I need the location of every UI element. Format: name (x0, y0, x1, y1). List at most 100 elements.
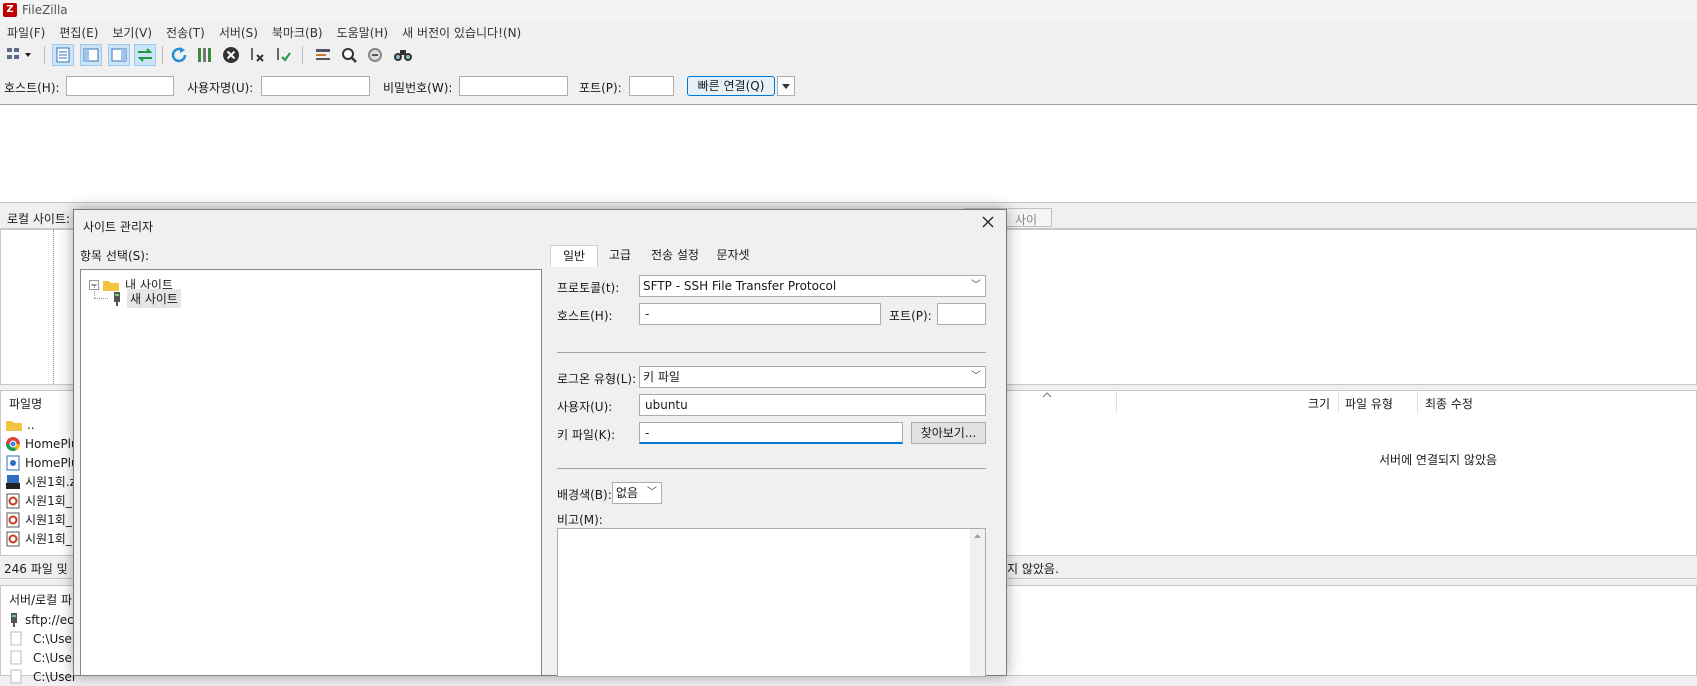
cancel-operation-button[interactable] (220, 44, 242, 66)
queue-item[interactable]: C:\User (9, 667, 77, 686)
comment-textarea[interactable] (557, 528, 986, 677)
column-divider (1417, 391, 1418, 413)
bgcolor-label: 배경색(B): (557, 488, 612, 502)
quickconnect-port-input[interactable] (629, 76, 674, 96)
compare-directories-button[interactable] (364, 44, 386, 66)
list-item[interactable]: 시원1회_ (5, 529, 72, 548)
menu-view[interactable]: 보기(V) (105, 22, 159, 41)
chevron-down-icon: ﹀ (971, 280, 981, 291)
comment-label: 비고(M): (557, 513, 603, 527)
site-tree[interactable]: 내 사이트 새 사이트 (80, 269, 542, 676)
title-bar: Z FileZilla (0, 0, 1697, 22)
local-status-text: 246 파일 및 (4, 562, 68, 576)
local-tree-icon (83, 48, 99, 62)
tab-charset[interactable]: 문자셋 (708, 245, 758, 267)
toggle-sync-browsing-button[interactable] (338, 44, 360, 66)
lastmodified-column-header[interactable]: 최종 수정 (1425, 395, 1473, 412)
remote-file-list-header: 크기 파일 유형 최종 수정 (961, 391, 1696, 413)
directory-listing-filters-button[interactable] (312, 44, 334, 66)
list-item[interactable]: HomePlu (5, 453, 79, 472)
remote-status-text: 지 않았음. (1007, 562, 1059, 576)
list-item[interactable]: 시원1회_ (5, 510, 72, 529)
username-label: 사용자명(U): (187, 81, 254, 95)
ppt-icon (6, 531, 20, 546)
protocol-select[interactable]: SFTP - SSH File Transfer Protocol ﹀ (639, 275, 986, 297)
close-button[interactable] (976, 214, 1000, 234)
menu-edit[interactable]: 편집(E) (52, 22, 105, 41)
disconnect-button[interactable] (246, 44, 268, 66)
toggle-remote-tree-button[interactable] (108, 44, 130, 66)
not-connected-message: 서버에 연결되지 않았음 (1379, 453, 1498, 467)
quickconnect-password-input[interactable] (459, 76, 568, 96)
chrome-icon (6, 436, 20, 451)
column-divider (1116, 391, 1117, 413)
tab-advanced[interactable]: 고급 (598, 245, 642, 267)
search-remote-files-button[interactable] (392, 44, 414, 66)
tab-general[interactable]: 일반 (550, 245, 598, 267)
host-label: 호스트(H): (4, 81, 60, 95)
menu-server[interactable]: 서버(S) (212, 22, 265, 41)
list-item[interactable]: 시원1회_ (5, 491, 72, 510)
remote-tree-icon (111, 48, 127, 62)
tab-transfer-settings[interactable]: 전송 설정 (642, 245, 708, 267)
scroll-up-icon[interactable] (970, 529, 985, 543)
quickconnect-bar: 호스트(H): 사용자명(U): 비밀번호(W): 포트(P): 빠른 연결(Q… (0, 71, 1697, 97)
list-item[interactable]: 시원1회.z (5, 472, 76, 491)
remote-file-list[interactable]: 크기 파일 유형 최종 수정 서버에 연결되지 않았음 (960, 390, 1697, 556)
filter-icon (316, 49, 330, 60)
toggle-message-log-button[interactable] (52, 44, 74, 66)
list-item[interactable]: .. (5, 415, 35, 434)
keyfile-input[interactable]: - (639, 422, 903, 444)
chevron-down-icon (782, 84, 790, 89)
tree-connector (94, 298, 108, 300)
logon-type-select[interactable]: 키 파일 ﹀ (639, 366, 986, 388)
binoculars-icon (394, 50, 412, 61)
transfer-queue-icon (137, 48, 153, 62)
user-input[interactable]: ubuntu (639, 394, 986, 416)
filename-column-header[interactable]: 파일명 (9, 395, 42, 412)
quickconnect-host-input[interactable] (66, 76, 174, 96)
zip-icon (6, 474, 20, 489)
list-item[interactable]: HomePlu (5, 434, 79, 453)
size-column-header[interactable]: 크기 (1308, 395, 1330, 412)
quickconnect-dropdown-button[interactable] (777, 76, 795, 96)
tree-item-new-site[interactable]: 새 사이트 (111, 289, 181, 308)
reconnect-button[interactable] (272, 44, 294, 66)
server-icon (114, 291, 120, 306)
queue-item[interactable]: sftp://ec2 (7, 610, 81, 629)
toggle-transfer-queue-button[interactable] (134, 44, 156, 66)
menu-file[interactable]: 파일(F) (0, 22, 52, 41)
queue-item[interactable]: C:\User (9, 629, 77, 648)
general-tab-page: 프로토콜(t): SFTP - SSH File Transfer Protoc… (550, 267, 1005, 677)
quickconnect-button[interactable]: 빠른 연결(Q) (687, 76, 775, 96)
menu-transfer[interactable]: 전송(T) (159, 22, 212, 41)
browse-button[interactable]: 찾아보기... (911, 422, 986, 444)
folder-icon (6, 420, 22, 431)
menu-bookmarks[interactable]: 북마크(B) (265, 22, 330, 41)
site-manager-dialog: 사이트 관리자 항목 선택(S): 내 사이트 새 사이트 일반 고급 전송 설… (73, 209, 1007, 677)
chevron-down-icon: ﹀ (647, 487, 657, 498)
remote-directory-tree[interactable] (960, 229, 1697, 385)
host-input[interactable]: - (639, 303, 881, 325)
sync-browsing-icon (342, 48, 357, 63)
close-icon (982, 216, 994, 228)
refresh-button[interactable] (168, 44, 190, 66)
menu-help[interactable]: 도움말(H) (330, 22, 396, 41)
quickconnect-username-input[interactable] (261, 76, 370, 96)
cancel-icon (223, 47, 239, 63)
toolbar-separator (44, 46, 45, 64)
menu-new-version[interactable]: 새 버전이 있습니다!(N) (395, 22, 528, 41)
comment-scrollbar[interactable] (970, 529, 985, 676)
toggle-local-tree-button[interactable] (80, 44, 102, 66)
bgcolor-select[interactable]: 없음 ﹀ (612, 482, 662, 504)
port-input[interactable] (937, 303, 986, 325)
queue-column-header[interactable]: 서버/로컬 파 (9, 591, 72, 608)
process-queue-button[interactable] (194, 44, 216, 66)
filetype-column-header[interactable]: 파일 유형 (1345, 395, 1393, 412)
queue-item[interactable]: C:\User (9, 648, 77, 667)
local-site-label: 로컬 사이트: (7, 212, 71, 226)
remote-status-bar: 지 않았음. (960, 556, 1697, 579)
chevron-down-icon: ﹀ (971, 371, 981, 382)
site-manager-button[interactable] (4, 44, 34, 66)
logon-type-label: 로그온 유형(L): (557, 372, 637, 386)
